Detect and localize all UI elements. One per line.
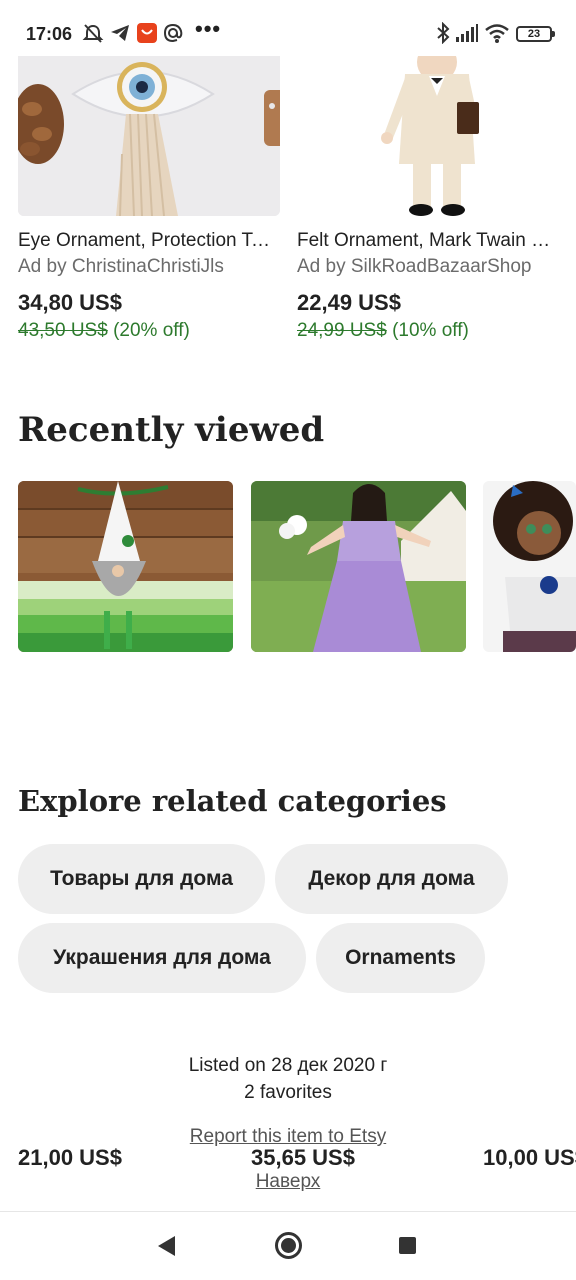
listing-title[interactable]: Eye Ornament, Protection Tassel [18, 230, 280, 252]
aliexpress-icon [137, 23, 157, 43]
discount-label: (20% off) [107, 320, 190, 341]
back-to-top-link-text[interactable]: Наверх [256, 1171, 321, 1192]
recently-viewed-item[interactable]: 35,65 US$ [251, 481, 466, 1170]
recently-viewed-price: 35,65 US$ [251, 1145, 355, 1170]
status-time: 17:06 [26, 24, 73, 44]
back-icon[interactable] [158, 1236, 175, 1256]
listing-title[interactable]: Felt Ornament, Mark Twain Doll [297, 230, 559, 252]
listing-original-price: 24,99 US$ (10% off) [297, 320, 469, 342]
listing-price: 34,80 US$ [18, 290, 122, 315]
listing-image[interactable] [297, 54, 559, 216]
recently-viewed-image[interactable] [251, 481, 466, 652]
listing-card[interactable]: Felt Ornament, Mark Twain Doll Ad by Sil… [297, 54, 559, 341]
alarm-off-icon [82, 24, 104, 43]
category-pill-home-goods[interactable]: Товары для дома [18, 844, 265, 914]
listing-price: 22,49 US$ [297, 290, 401, 315]
status-bar: 17:06 ••• 23 [0, 0, 576, 56]
recently-viewed-item[interactable]: 21,00 US$ [18, 481, 233, 1170]
listing-ad-shop: Ad by ChristinaChristiJls [18, 256, 224, 277]
report-item-link-text[interactable]: Report this item to Etsy [190, 1126, 386, 1147]
discount-label: (10% off) [386, 320, 469, 341]
back-to-top-link[interactable]: Наверх [0, 1171, 576, 1193]
more-notifications-icon: ••• [195, 16, 222, 41]
category-pill-home-decor[interactable]: Декор для дома [275, 844, 508, 914]
signal-icon [456, 24, 478, 42]
favorites-count: 2 favorites [244, 1082, 332, 1103]
battery-icon: 23 [516, 26, 555, 42]
listing-ad-shop: Ad by SilkRoadBazaarShop [297, 256, 532, 277]
recently-viewed-image[interactable] [483, 481, 576, 652]
recently-viewed-item[interactable]: 10,00 US$ [483, 481, 576, 1170]
telegram-icon [111, 25, 129, 41]
home-icon[interactable] [275, 1232, 302, 1259]
listing-card[interactable]: Eye Ornament, Protection Tassel Ad by Ch… [18, 54, 280, 341]
listed-on-date: Listed on 28 дек 2020 г [188, 1055, 388, 1076]
at-icon [163, 23, 183, 43]
category-pill-ornaments[interactable]: Ornaments [316, 923, 485, 993]
report-item-link[interactable]: Report this item to Etsy [0, 1126, 576, 1148]
listing-image[interactable] [18, 54, 280, 216]
related-categories-title: Explore related categories [18, 784, 447, 818]
recently-viewed-price: 10,00 US$ [483, 1145, 576, 1170]
recently-viewed-title: Recently viewed [18, 410, 325, 450]
bluetooth-icon [437, 22, 450, 44]
recently-viewed-price: 21,00 US$ [18, 1145, 122, 1170]
original-price-value: 43,50 US$ [18, 320, 108, 341]
category-pill-home-ornaments-ru[interactable]: Украшения для дома [18, 923, 306, 993]
original-price-value: 24,99 US$ [297, 320, 387, 341]
system-navigation-bar [0, 1211, 576, 1280]
recently-viewed-image[interactable] [18, 481, 233, 652]
listing-original-price: 43,50 US$ (20% off) [18, 320, 190, 342]
recent-apps-icon[interactable] [399, 1237, 416, 1254]
wifi-icon [485, 24, 509, 43]
